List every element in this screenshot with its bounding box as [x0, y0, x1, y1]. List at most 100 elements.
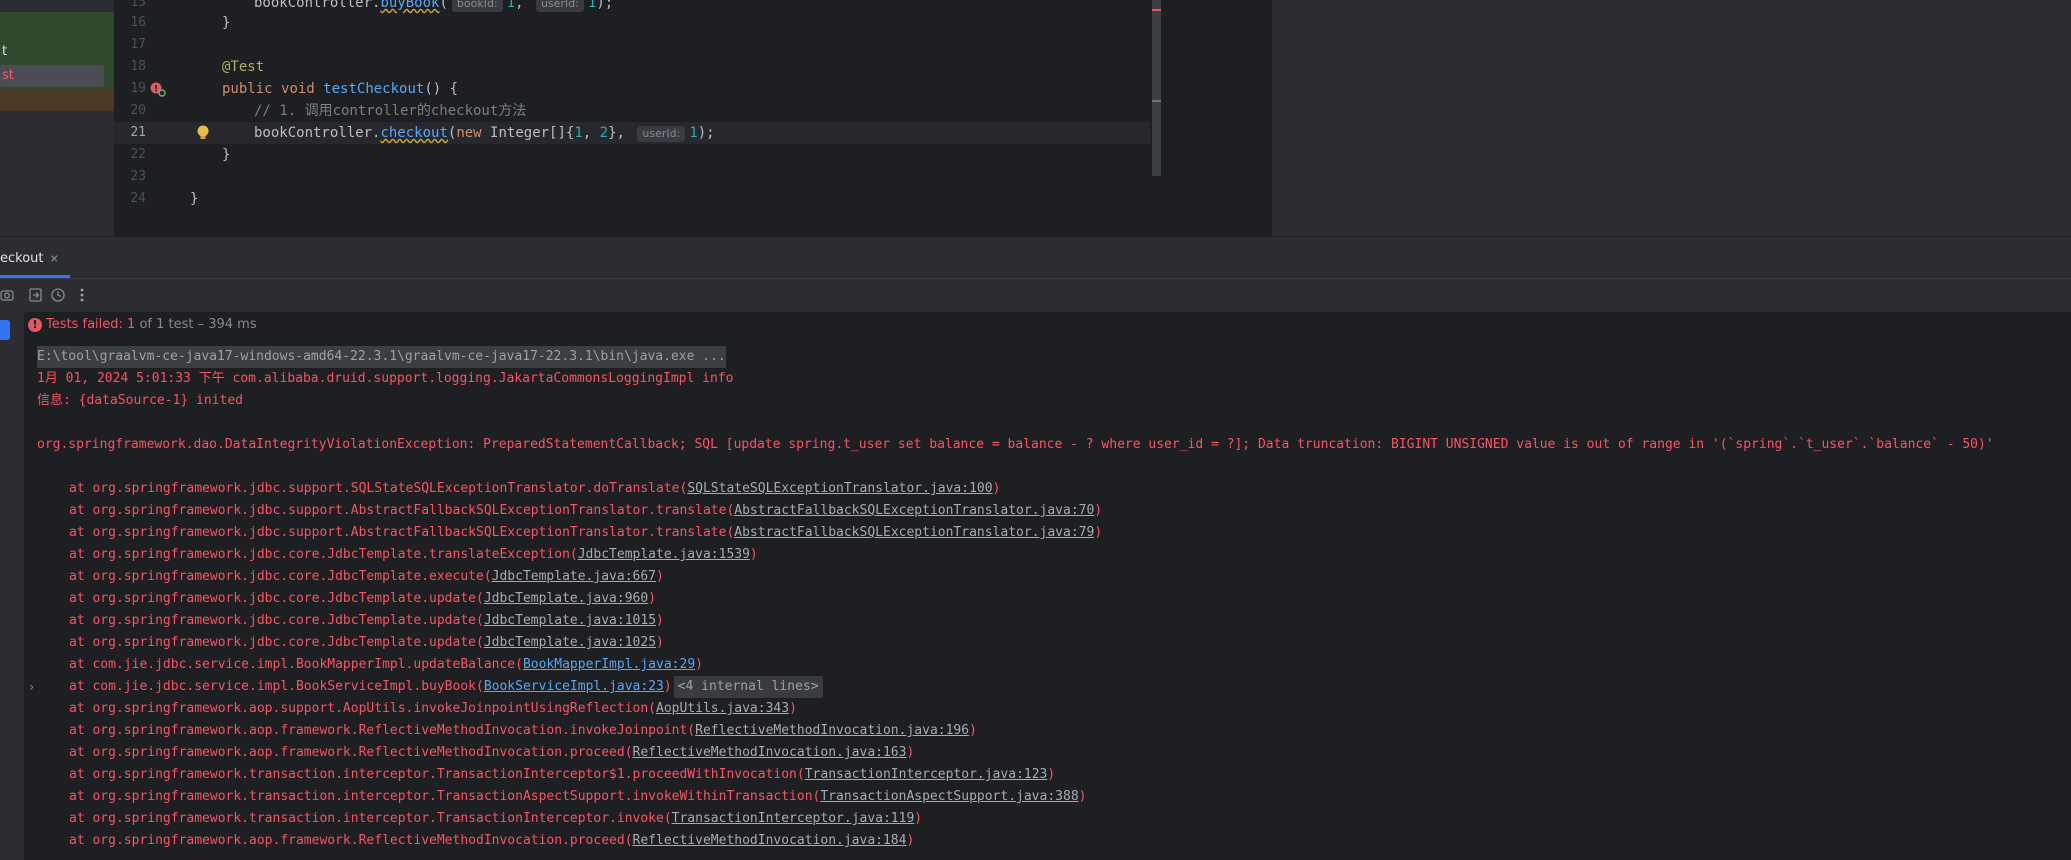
stack-frame-suffix: ): [969, 723, 977, 738]
stack-frame-method: at org.springframework.transaction.inter…: [69, 789, 821, 804]
run-toolbar: [0, 278, 2071, 313]
editor-scrollbar[interactable]: [1152, 0, 1161, 176]
source-link[interactable]: ReflectiveMethodInvocation.java:163: [633, 745, 907, 760]
source-link[interactable]: JdbcTemplate.java:1015: [484, 613, 656, 628]
tree-item-selected[interactable]: st: [0, 65, 104, 87]
source-link[interactable]: TransactionAspectSupport.java:388: [820, 789, 1078, 804]
stack-frame-line: at com.jie.jdbc.service.impl.BookMapperI…: [69, 654, 703, 676]
folded-internal-lines[interactable]: <4 internal lines>: [673, 676, 823, 698]
stack-frame-suffix: ): [663, 679, 672, 694]
line-number: 18: [130, 59, 146, 74]
test-tree-rail: [0, 312, 24, 860]
stack-frame-method: at org.springframework.jdbc.support.SQLS…: [69, 481, 688, 496]
source-link[interactable]: BookServiceImpl.java:23: [484, 679, 664, 694]
more-options-icon[interactable]: [78, 287, 94, 303]
stack-frame-method: at org.springframework.jdbc.core.JdbcTem…: [69, 547, 578, 562]
source-link[interactable]: AbstractFallbackSQLExceptionTranslator.j…: [734, 503, 1094, 518]
stack-frame-line: at org.springframework.jdbc.core.JdbcTem…: [69, 610, 664, 632]
console-exception-line: org.springframework.dao.DataIntegrityVio…: [37, 437, 1994, 452]
run-tool-window-header: eckout ×: [0, 236, 2071, 279]
source-link[interactable]: BookMapperImpl.java:29: [523, 657, 695, 672]
scroll-marker: [1152, 100, 1161, 102]
source-link[interactable]: ReflectiveMethodInvocation.java:196: [695, 723, 969, 738]
import-tests-icon[interactable]: [28, 287, 44, 303]
stack-frame-method: at org.springframework.aop.support.AopUt…: [69, 701, 656, 716]
stack-frame-line: at org.springframework.transaction.inter…: [69, 786, 1086, 808]
stack-frame-suffix: ): [906, 745, 915, 760]
line-number: 24: [130, 191, 146, 206]
stack-frame-method: at com.jie.jdbc.service.impl.BookMapperI…: [69, 657, 523, 672]
stack-frame-suffix: ): [648, 591, 657, 606]
stack-frame-suffix: ): [1078, 789, 1087, 804]
stack-frame-line: at org.springframework.jdbc.support.SQLS…: [69, 478, 1000, 500]
stack-frame-method: at org.springframework.jdbc.support.Abst…: [69, 503, 735, 518]
stack-frame-line: at org.springframework.transaction.inter…: [69, 764, 1055, 786]
run-tab-testcheckout[interactable]: eckout: [0, 245, 44, 279]
stack-frame-suffix: ): [992, 481, 1001, 496]
stack-frame-line: at org.springframework.aop.framework.Ref…: [69, 720, 977, 742]
stack-frame-suffix: ): [906, 833, 915, 848]
code-line-24: }: [190, 191, 199, 207]
line-number: 22: [130, 147, 146, 162]
console-log-line: 1月 01, 2024 5:01:33 下午 com.alibaba.druid…: [37, 371, 734, 386]
chevron-right-icon[interactable]: ›: [28, 676, 35, 698]
stack-frame-suffix: ): [656, 613, 664, 628]
test-failed-icon: !: [28, 318, 42, 332]
test-results-toggle[interactable]: [0, 320, 10, 340]
camera-icon[interactable]: [0, 287, 16, 303]
source-link[interactable]: JdbcTemplate.java:1539: [578, 547, 750, 562]
stack-frame-line: at org.springframework.aop.framework.Ref…: [69, 742, 914, 764]
stack-frame-method: at org.springframework.jdbc.support.Abst…: [69, 525, 735, 540]
stack-frame-method: at org.springframework.jdbc.core.JdbcTem…: [69, 613, 484, 628]
code-line-22: }: [222, 147, 231, 163]
svg-text:!: !: [154, 85, 158, 95]
stack-frame-suffix: ): [1094, 503, 1103, 518]
line-number: 19: [130, 81, 146, 96]
stack-frame-line: at org.springframework.jdbc.core.JdbcTem…: [69, 566, 664, 588]
test-failed-run-icon[interactable]: !: [150, 82, 166, 98]
stack-frame-suffix: ): [914, 811, 923, 826]
source-link[interactable]: JdbcTemplate.java:960: [484, 591, 648, 606]
code-line-21: bookController.checkout(new Integer[]{1,…: [254, 125, 715, 142]
source-link[interactable]: JdbcTemplate.java:667: [492, 569, 656, 584]
stack-frame-method: at org.springframework.aop.framework.Ref…: [69, 745, 633, 760]
editor-right-panel: [1272, 0, 2071, 236]
source-link[interactable]: AopUtils.java:343: [656, 701, 789, 716]
stack-frame-line: at org.springframework.aop.support.AopUt…: [69, 698, 797, 720]
source-link[interactable]: JdbcTemplate.java:1025: [484, 635, 656, 650]
source-link[interactable]: TransactionInterceptor.java:119: [672, 811, 915, 826]
project-tree-panel: t st: [0, 0, 114, 236]
stack-frame-method: at com.jie.jdbc.service.impl.BookService…: [69, 679, 484, 694]
stack-frame-line: at org.springframework.jdbc.core.JdbcTem…: [69, 544, 758, 566]
history-clock-icon[interactable]: [50, 287, 66, 303]
code-text[interactable]: bookController.buyBook(bookId: 1, userId:…: [190, 0, 1150, 236]
stack-frame-method: at org.springframework.jdbc.core.JdbcTem…: [69, 591, 484, 606]
line-number: 23: [130, 169, 146, 184]
stack-frame-line: at org.springframework.jdbc.support.Abst…: [69, 500, 1102, 522]
source-link[interactable]: SQLStateSQLExceptionTranslator.java:100: [687, 481, 992, 496]
stack-frame-line: at org.springframework.jdbc.support.Abst…: [69, 522, 1102, 544]
tree-row-bg: [0, 89, 114, 111]
source-link[interactable]: TransactionInterceptor.java:123: [805, 767, 1048, 782]
stack-frame-line: at org.springframework.aop.framework.Ref…: [69, 830, 914, 852]
code-line-16: }: [222, 15, 231, 31]
stack-frame-line: at org.springframework.jdbc.core.JdbcTem…: [69, 588, 656, 610]
stack-frame-line: at com.jie.jdbc.service.impl.BookService…: [69, 676, 823, 698]
code-line-20: // 1. 调用controller的checkout方法: [254, 103, 527, 119]
console-command-line[interactable]: E:\tool\graalvm-ce-java17-windows-amd64-…: [37, 346, 726, 368]
stack-frame-suffix: ): [656, 635, 664, 650]
line-number: 16: [130, 15, 146, 30]
source-link[interactable]: ReflectiveMethodInvocation.java:184: [633, 833, 907, 848]
close-icon[interactable]: ×: [50, 245, 58, 273]
error-marker[interactable]: [1152, 9, 1161, 11]
stack-frame-line: at org.springframework.transaction.inter…: [69, 808, 922, 830]
stack-frame-suffix: ): [1094, 525, 1103, 540]
stack-frame-method: at org.springframework.jdbc.core.JdbcTem…: [69, 569, 492, 584]
console-log-line: 信息: {dataSource-1} inited: [37, 393, 244, 408]
tree-item[interactable]: t: [0, 41, 104, 63]
stack-frame-method: at org.springframework.transaction.inter…: [69, 811, 672, 826]
stack-frame-method: at org.springframework.transaction.inter…: [69, 767, 805, 782]
stack-frame-suffix: ): [1047, 767, 1056, 782]
source-link[interactable]: AbstractFallbackSQLExceptionTranslator.j…: [734, 525, 1094, 540]
line-number: 17: [130, 37, 146, 52]
